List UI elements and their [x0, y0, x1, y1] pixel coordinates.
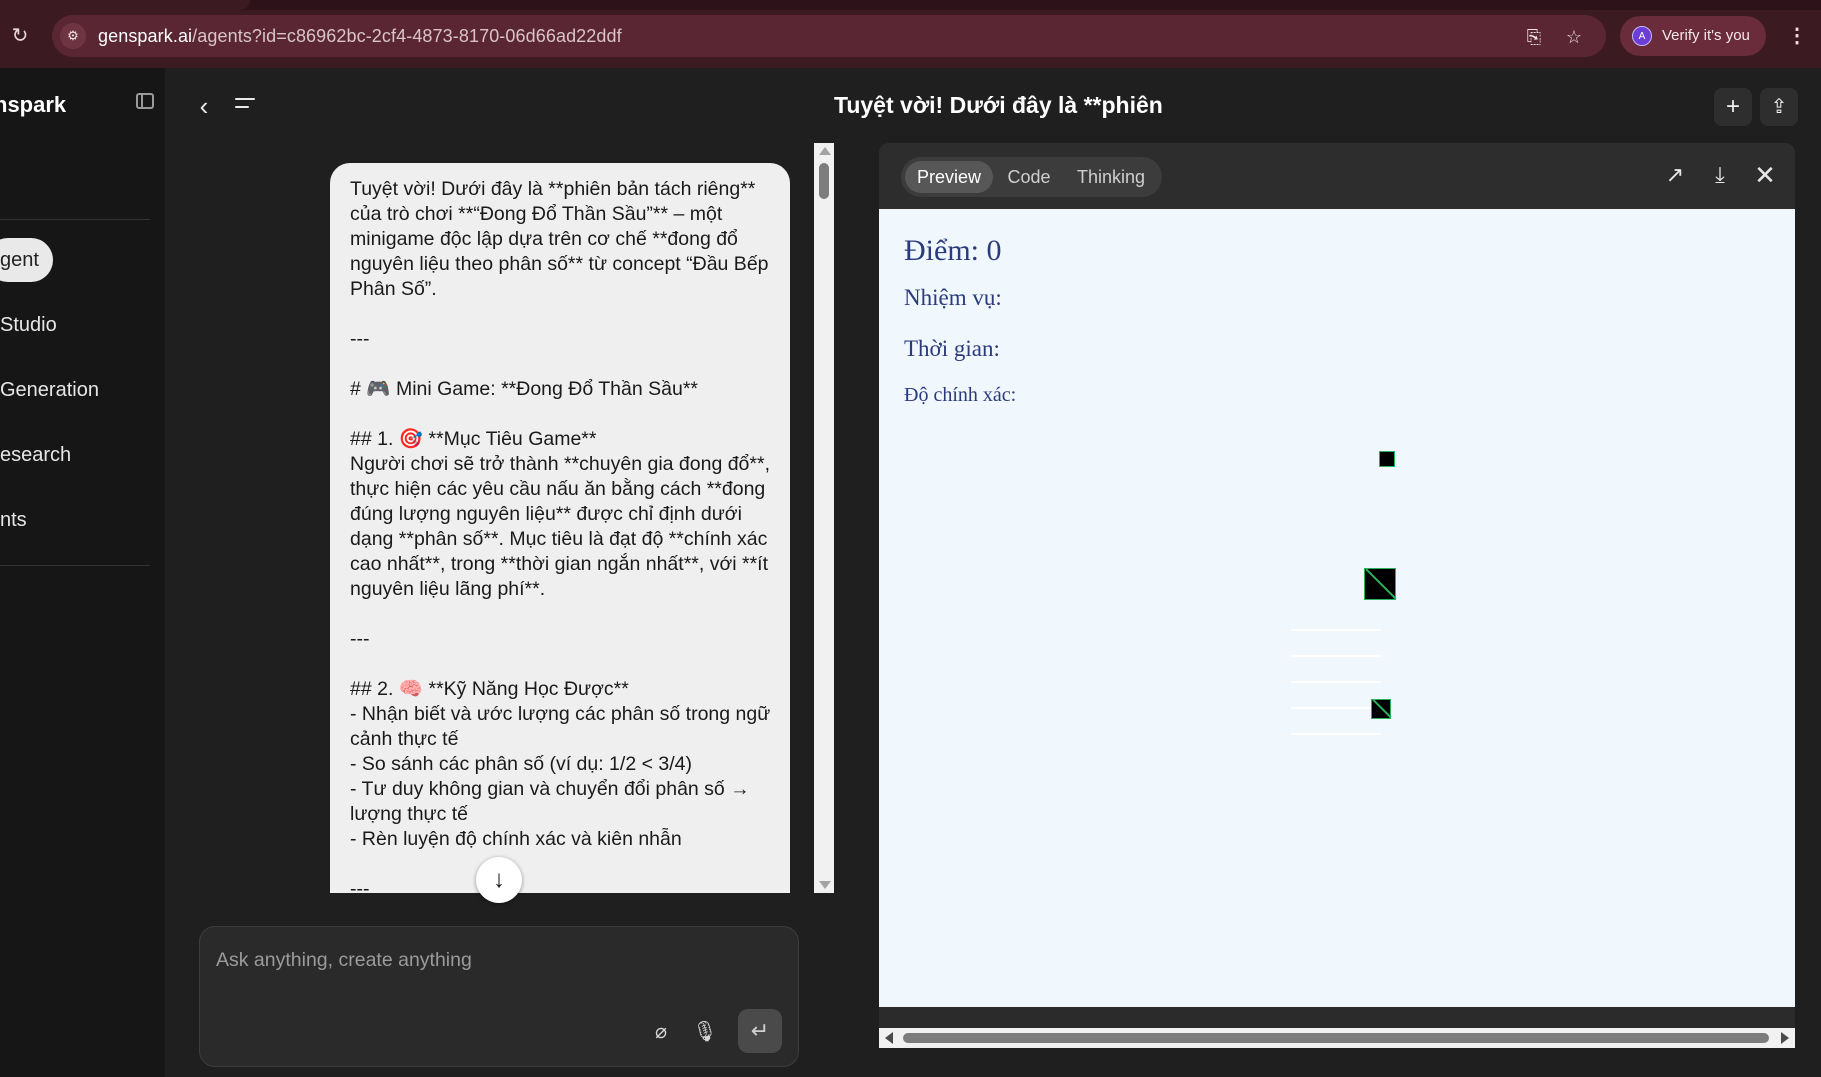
open-external-icon[interactable]: ↗ [1661, 161, 1689, 189]
page-title: Tuyệt vời! Dưới đây là **phiên [834, 92, 1163, 118]
tab-thinking[interactable]: Thinking [1065, 161, 1157, 193]
message-paragraph: --- [350, 878, 370, 893]
scroll-up-arrow-icon[interactable] [819, 147, 831, 155]
sidebar-item-agent[interactable]: gent [0, 238, 53, 282]
message-paragraph: ## 1. 🎯 **Mục Tiêu Game** Người chơi sẽ … [350, 428, 770, 600]
game-ingredient-block[interactable] [1379, 451, 1395, 467]
sidebar-divider [0, 219, 150, 220]
scrollbar-thumb[interactable] [903, 1033, 1769, 1043]
tab-preview[interactable]: Preview [905, 161, 993, 193]
game-preview-canvas[interactable]: Điểm: 0 Nhiệm vụ: Thời gian: Độ chính xá… [879, 209, 1795, 1007]
url-text[interactable]: genspark.ai/agents?id=c86962bc-2cf4-4873… [98, 26, 622, 47]
close-icon[interactable]: ✕ [1751, 161, 1779, 189]
menu-lines-icon[interactable] [235, 96, 259, 116]
assistant-message-bubble: Tuyệt vời! Dưới đây là **phiên bản tách … [330, 163, 790, 893]
sidebar-item-studio[interactable]: Studio [0, 303, 71, 347]
sidebar-item-research[interactable]: esearch [0, 433, 85, 477]
reload-icon[interactable]: ↻ [8, 24, 32, 48]
scale-tick [1291, 733, 1381, 735]
measuring-cup-scale [1291, 624, 1381, 754]
tab-strip [0, 0, 1821, 10]
scroll-down-arrow-icon[interactable] [819, 881, 831, 889]
chat-scroll-area[interactable]: Tuyệt vời! Dưới đây là **phiên bản tách … [320, 143, 808, 893]
microphone-icon[interactable]: 🎙 [692, 1019, 718, 1045]
composer-placeholder[interactable]: Ask anything, create anything [216, 949, 472, 972]
message-composer[interactable]: Ask anything, create anything ⌀ 🎙 ↵ [199, 926, 799, 1067]
scale-tick [1291, 655, 1381, 657]
sidebar-item-agents[interactable]: nts [0, 498, 41, 542]
scale-tick [1291, 681, 1381, 683]
browser-menu-icon[interactable]: ⋮ [1785, 22, 1809, 50]
scale-tick [1291, 629, 1381, 631]
profile-avatar: A [1632, 26, 1652, 46]
new-chat-plus-icon[interactable]: + [1714, 88, 1752, 126]
chat-vertical-scrollbar[interactable] [814, 143, 834, 893]
game-mission-label: Nhiệm vụ: [904, 285, 1002, 310]
share-icon[interactable]: ⇪ [1760, 88, 1798, 126]
message-paragraph: Tuyệt vời! Dưới đây là **phiên bản tách … [350, 178, 774, 300]
tab-code[interactable]: Code [997, 161, 1061, 193]
bookmark-star-icon[interactable]: ☆ [1562, 25, 1586, 49]
url-path: /agents?id=c86962bc-2cf4-4873-8170-06d66… [192, 26, 622, 46]
preview-horizontal-scrollbar[interactable] [879, 1028, 1795, 1048]
game-container-block[interactable] [1364, 568, 1396, 600]
sidebar: nspark gent Studio Generation esearch nt… [0, 68, 165, 1077]
download-icon[interactable]: ⤓ [1706, 161, 1734, 189]
game-ingredient-block[interactable] [1371, 699, 1391, 719]
scale-tick [1291, 707, 1381, 709]
message-paragraph: --- [350, 628, 370, 650]
game-score: Điểm: 0 [904, 234, 1002, 267]
install-app-icon[interactable]: ⎘ [1522, 25, 1546, 49]
preview-panel: Preview Code Thinking ↗ ⤓ ✕ Điểm: 0 Nhiệ… [879, 143, 1795, 1048]
browser-toolbar: ↻ ⚙ genspark.ai/agents?id=c86962bc-2cf4-… [0, 0, 1821, 68]
game-accuracy-label: Độ chính xác: [904, 384, 1017, 406]
site-info-icon[interactable]: ⚙ [60, 23, 86, 49]
back-chevron-icon[interactable]: ‹ [190, 92, 218, 120]
sidebar-item-generation[interactable]: Generation [0, 368, 113, 412]
scroll-left-arrow-icon[interactable] [885, 1032, 893, 1044]
verify-label: Verify it's you [1662, 27, 1750, 44]
message-paragraph: ## 2. 🧠 **Kỹ Năng Học Được** - Nhận biết… [350, 678, 771, 850]
send-enter-icon[interactable]: ↵ [738, 1009, 782, 1053]
message-paragraph: # 🎮 Mini Game: **Đong Đổ Thần Sầu** [350, 378, 699, 400]
game-time-label: Thời gian: [904, 336, 1000, 361]
scroll-to-bottom-arrow-icon[interactable]: ↓ [476, 857, 522, 903]
sidebar-divider [0, 565, 150, 566]
brand-logo-text[interactable]: nspark [0, 92, 66, 118]
attach-paperclip-icon[interactable]: ⌀ [648, 1019, 674, 1045]
url-host: genspark.ai [98, 26, 193, 46]
message-paragraph: --- [350, 328, 370, 350]
sidebar-toggle-icon[interactable] [136, 93, 154, 109]
scroll-right-arrow-icon[interactable] [1781, 1032, 1789, 1044]
active-tab[interactable] [0, 0, 250, 10]
verify-profile-button[interactable]: A Verify it's you [1620, 16, 1766, 56]
view-mode-tabs: Preview Code Thinking [901, 157, 1162, 197]
scrollbar-thumb[interactable] [819, 163, 829, 199]
address-bar[interactable]: ⚙ genspark.ai/agents?id=c86962bc-2cf4-48… [52, 15, 1606, 57]
preview-panel-header: Preview Code Thinking ↗ ⤓ ✕ [879, 143, 1795, 209]
